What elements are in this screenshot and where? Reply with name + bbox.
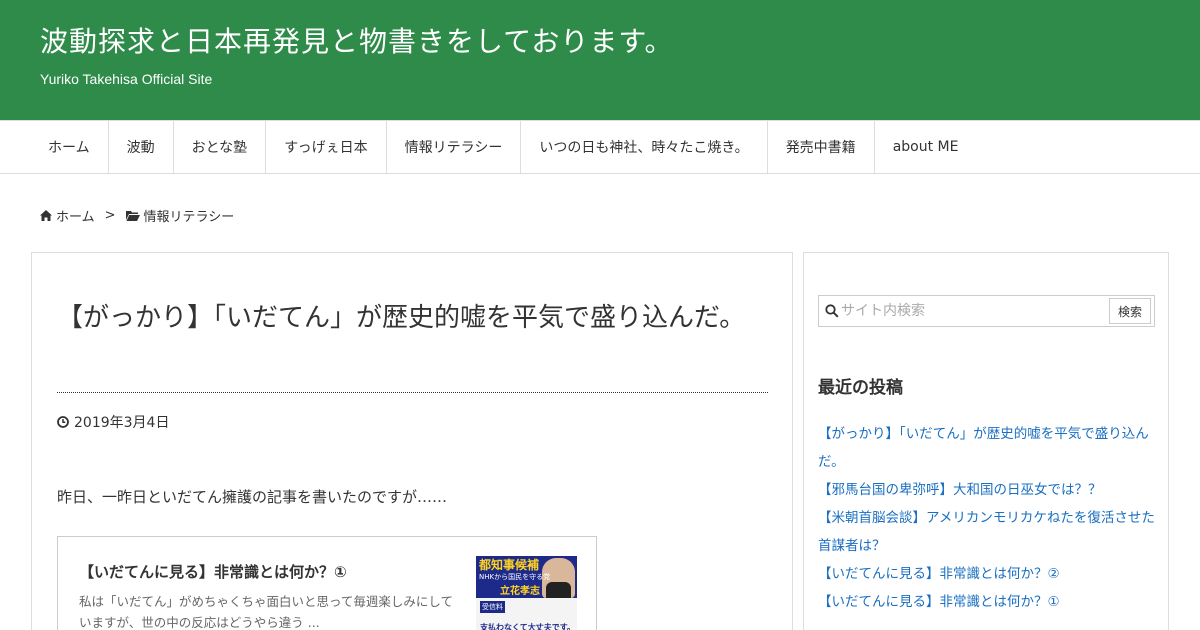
- breadcrumb-separator: >: [104, 208, 116, 223]
- search-form: 検索: [818, 295, 1155, 327]
- global-nav: ホーム 波動 おとな塾 すっげぇ日本 情報リテラシー いつの日も神社、時々たこ焼…: [0, 120, 1200, 174]
- recent-post-link[interactable]: 【邪馬台国の卑弥呼】大和国の日巫女では？？: [818, 476, 1158, 504]
- nav-item-about[interactable]: about ME: [875, 121, 977, 173]
- nav-list: ホーム 波動 おとな塾 すっげぇ日本 情報リテラシー いつの日も神社、時々たこ焼…: [0, 121, 1200, 173]
- home-icon: [40, 210, 52, 221]
- blogcard-excerpt: 私は「いだてん」がめちゃくちゃ面白いと思って毎週楽しみにしていますが、世の中の反…: [79, 594, 454, 630]
- breadcrumb: ホーム > 情報リテラシー: [40, 206, 234, 225]
- thumbnail-heading: 都知事候補: [479, 558, 540, 572]
- nav-item-books[interactable]: 発売中書籍: [768, 121, 875, 173]
- site-title[interactable]: 波動探求と日本再発見と物書きをしております。: [40, 20, 674, 60]
- breadcrumb-home-label: ホーム: [56, 210, 95, 225]
- nav-item-home[interactable]: ホーム: [30, 121, 109, 173]
- site-header: 波動探求と日本再発見と物書きをしております。 Yuriko Takehisa O…: [0, 0, 1200, 120]
- recent-posts-list: 【がっかり】「いだてん」が歴史的嘘を平気で盛り込んだ。 【邪馬台国の卑弥呼】大和…: [818, 420, 1158, 616]
- recent-post-link[interactable]: 【がっかり】「いだてん」が歴史的嘘を平気で盛り込んだ。: [818, 420, 1158, 476]
- blogcard-title: 【いだてんに見る】非常識とは何か？①: [79, 563, 347, 581]
- search-icon: [825, 304, 839, 318]
- thumbnail-name: 立花孝志: [500, 586, 540, 597]
- nav-item-hado[interactable]: 波動: [109, 121, 174, 173]
- nav-item-jinja[interactable]: いつの日も神社、時々たこ焼き。: [521, 121, 768, 173]
- blogcard-thumbnail: 都知事候補 NHKから国民を守る党 立花孝志 受信料 支払わなくて大丈夫です。: [476, 556, 577, 630]
- site-subtitle: Yuriko Takehisa Official Site: [40, 71, 213, 87]
- post-date-text: 2019年3月4日: [74, 415, 170, 431]
- recent-posts-title: 最近の投稿: [818, 378, 903, 398]
- breadcrumb-category-label: 情報リテラシー: [143, 210, 235, 225]
- sidebar: 検索 最近の投稿 【がっかり】「いだてん」が歴史的嘘を平気で盛り込んだ。 【邪馬…: [803, 252, 1169, 630]
- article-card: 【がっかり】「いだてん」が歴史的嘘を平気で盛り込んだ。 2019年3月4日 昨日…: [31, 252, 793, 630]
- nav-item-info-literacy[interactable]: 情報リテラシー: [387, 121, 522, 173]
- title-divider: [57, 392, 768, 393]
- nav-item-otonajuku[interactable]: おとな塾: [174, 121, 267, 173]
- article-intro: 昨日、一昨日といだてん擁護の記事を書いたのですが……: [57, 488, 448, 506]
- recent-post-link[interactable]: 【いだてんに見る】非常識とは何か？②: [818, 560, 1158, 588]
- recent-post-link[interactable]: 【米朝首脳会談】アメリカンモリカケねたを復活させた首謀者は？: [818, 504, 1158, 560]
- nav-item-suggee-nihon[interactable]: すっげぇ日本: [266, 121, 387, 173]
- folder-open-icon: [125, 211, 140, 221]
- thumbnail-party: NHKから国民を守る党: [479, 573, 551, 581]
- search-button[interactable]: 検索: [1109, 298, 1151, 324]
- blogcard-link[interactable]: 【いだてんに見る】非常識とは何か？① 私は「いだてん」がめちゃくちゃ面白いと思っ…: [57, 536, 597, 630]
- post-date: 2019年3月4日: [57, 412, 169, 432]
- recent-post-link[interactable]: 【いだてんに見る】非常識とは何か？①: [818, 588, 1158, 616]
- search-input[interactable]: [841, 299, 1106, 323]
- breadcrumb-home[interactable]: ホーム: [40, 206, 95, 225]
- breadcrumb-category[interactable]: 情報リテラシー: [125, 206, 235, 225]
- thumbnail-badge: 受信料: [480, 601, 505, 613]
- thumbnail-caption: 支払わなくて大丈夫です。: [480, 623, 575, 630]
- thumbnail-lower: 受信料 支払わなくて大丈夫です。: [476, 598, 577, 630]
- clock-icon: [57, 416, 69, 428]
- article-title: 【がっかり】「いだてん」が歴史的嘘を平気で盛り込んだ。: [57, 303, 746, 333]
